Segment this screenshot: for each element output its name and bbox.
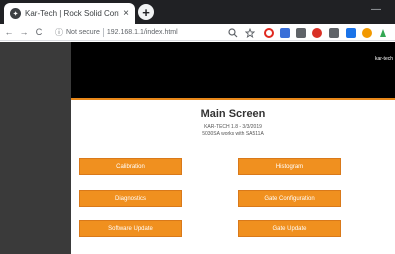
reload-button[interactable]: C: [33, 27, 45, 37]
bookmark-star-icon[interactable]: [245, 28, 255, 38]
screen-extension-icon[interactable]: [296, 28, 306, 38]
url-text[interactable]: 192.168.1.1/index.html: [107, 29, 178, 36]
main-content: Main Screen KAR-TECH 1.8 - 3/3/2019 5030…: [71, 102, 395, 254]
diagnostics-button[interactable]: Diagnostics: [79, 190, 182, 207]
security-label: Not secure: [66, 29, 100, 36]
mail-extension-icon[interactable]: [280, 28, 290, 38]
page-title: Main Screen: [200, 108, 266, 120]
close-tab-icon[interactable]: ×: [123, 8, 129, 19]
minimize-window-button[interactable]: —: [371, 4, 381, 15]
gate-update-button[interactable]: Gate Update: [238, 220, 341, 237]
brand-mark: kar-tech: [374, 56, 393, 62]
software-update-button[interactable]: Software Update: [79, 220, 182, 237]
gate-configuration-button[interactable]: Gate Configuration: [238, 190, 341, 207]
blue-extension-icon[interactable]: [346, 28, 356, 38]
new-tab-button[interactable]: +: [138, 4, 154, 20]
site-favicon-icon: ✦: [10, 8, 21, 19]
record-extension-icon[interactable]: [312, 28, 322, 38]
opera-extension-icon[interactable]: [264, 28, 274, 38]
info-icon[interactable]: ⓘ: [55, 27, 63, 38]
tab-title: Kar-Tech | Rock Solid Controls: [25, 9, 119, 18]
orange-extension-icon[interactable]: [362, 28, 372, 38]
calibration-button[interactable]: Calibration: [79, 158, 182, 175]
histogram-button[interactable]: Histogram: [238, 158, 341, 175]
back-button[interactable]: ←: [3, 27, 15, 37]
zoom-icon[interactable]: [228, 28, 238, 38]
browser-tab[interactable]: ✦ Kar-Tech | Rock Solid Controls ×: [4, 3, 135, 24]
compatibility-line: 5030SA works with SA511A: [202, 131, 264, 137]
browser-tab-strip: ✦ Kar-Tech | Rock Solid Controls × + —: [0, 0, 395, 24]
left-sidebar: [0, 42, 71, 254]
web-page: kar-tech Main Screen KAR-TECH 1.8 - 3/3/…: [0, 42, 395, 254]
green-extension-icon[interactable]: [378, 28, 388, 38]
address-bar[interactable]: ⓘ Not secure 192.168.1.1/index.html: [55, 26, 235, 39]
address-divider: [102, 28, 104, 37]
version-line: KAR-TECH 1.8 - 3/3/2019: [204, 124, 262, 130]
forward-button[interactable]: →: [18, 27, 30, 37]
puzzle-extension-icon[interactable]: [329, 28, 339, 38]
header-banner: kar-tech: [71, 42, 395, 100]
